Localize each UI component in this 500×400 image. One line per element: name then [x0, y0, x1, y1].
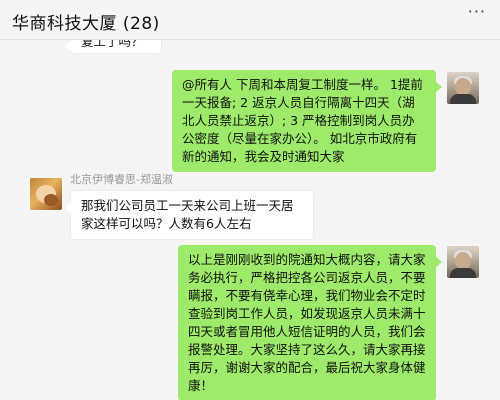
message-bubble-incoming[interactable]: 复工了吗？: [65, 40, 162, 54]
sender-name: 北京伊博睿思-郑温淑: [70, 173, 173, 186]
message-text: @所有人 下周和本周复工制度一样。 1提前一天报备; 2 返京人员自行隔离十四天…: [182, 77, 423, 164]
message-list[interactable]: 复工了吗？ @所有人 下周和本周复工制度一样。 1提前一天报备; 2 返京人员自…: [0, 40, 500, 400]
message-bubble-incoming[interactable]: 那我们公司员工一天来公司上班一天居家这样可以吗？人数有6人左右: [65, 190, 314, 240]
message-text: 那我们公司员工一天来公司上班一天居家这样可以吗？人数有6人左右: [81, 198, 294, 231]
chat-header: 华商科技大厦 (28) ···: [0, 0, 500, 40]
message-bubble-outgoing[interactable]: 以上是刚刚收到的院通知大概内容，请大家务必执行，严格把控各公司返京人员，不要瞒报…: [178, 245, 442, 400]
more-options-icon[interactable]: ···: [468, 2, 486, 21]
chat-title: 华商科技大厦 (28): [12, 14, 160, 34]
avatar[interactable]: [447, 72, 479, 104]
avatar[interactable]: [447, 246, 479, 278]
message-text: 以上是刚刚收到的院通知大概内容，请大家务必执行，严格把控各公司返京人员，不要瞒报…: [188, 252, 426, 393]
avatar[interactable]: [30, 178, 62, 210]
message-bubble-outgoing[interactable]: @所有人 下周和本周复工制度一样。 1提前一天报备; 2 返京人员自行隔离十四天…: [172, 70, 442, 172]
message-text: 复工了吗？: [81, 40, 144, 49]
